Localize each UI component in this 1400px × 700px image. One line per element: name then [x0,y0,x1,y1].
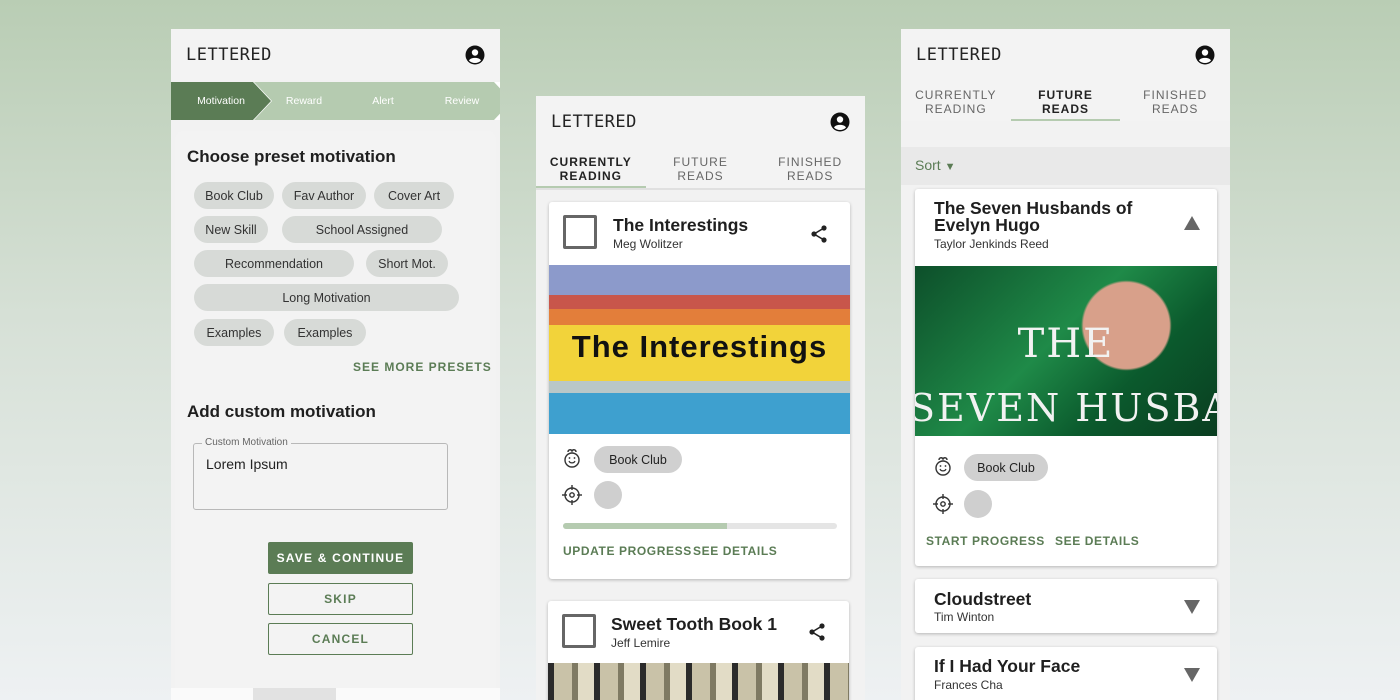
cover-stripe [549,393,850,434]
preset-chip[interactable]: School Assigned [282,216,442,243]
book-card-collapsed[interactable]: If I Had Your Face Frances Cha [915,647,1217,700]
book-title: Cloudstreet [934,589,1032,609]
cover-title-line1: THE [1017,321,1115,367]
book-title: If I Had Your Face [934,656,1081,676]
book-card-expanded[interactable]: The Seven Husbands of Evelyn Hugo Taylor… [915,189,1217,566]
nav-item-active[interactable] [253,688,336,700]
update-progress-link[interactable]: UPDATE PROGRESS [563,544,692,558]
app-logo: LETTERED [186,44,272,65]
book-cover [548,663,849,700]
book-author: Taylor Jenkinds Reed [934,237,1049,251]
preset-heading: Choose preset motivation [187,147,396,166]
see-details-link[interactable]: SEE DETAILS [1055,534,1139,548]
tab-future-reads[interactable]: FUTURE READS [646,147,756,188]
book-checkbox[interactable] [563,215,597,249]
see-more-presets-link[interactable]: SEE MORE PRESETS [353,360,492,374]
preset-chip[interactable]: Book Club [194,182,274,209]
tab-finished-reads[interactable]: FINISHED READS [755,147,865,188]
tab-future-reads[interactable]: FUTURE READS [1010,80,1121,121]
currently-reading-screen: LETTERED CURRENTLY READING FUTURE READS … [536,96,865,700]
reading-progress-bar [563,523,837,529]
cover-title: The Interestings [571,329,828,364]
custom-motivation-label: Custom Motivation [202,437,291,448]
preset-chip[interactable]: Examples [284,319,366,346]
account-icon[interactable] [830,112,850,132]
book-cover: THE SEVEN HUSBANDS [915,266,1217,436]
book-author: Meg Wolitzer [613,237,683,251]
book-card-collapsed[interactable]: Cloudstreet Tim Winton [915,579,1217,633]
custom-motivation-value[interactable]: Lorem Ipsum [206,456,288,472]
app-bar: LETTERED [536,96,865,147]
book-title: The Seven Husbands of Evelyn Hugo [934,198,1133,235]
book-cover: The Interestings [549,265,850,434]
motivation-chip[interactable]: Book Club [594,446,682,473]
motivation-form: Choose preset motivation Book Club Fav A… [175,131,496,700]
progress-fill [563,523,728,529]
reward-placeholder[interactable] [594,481,622,509]
preset-chip[interactable]: Short Mot. [366,250,448,277]
cancel-button[interactable]: CANCEL [268,623,413,655]
chevron-down-icon: ▼ [944,161,956,173]
book-card[interactable]: The Interestings Meg Wolitzer The Intere… [549,202,850,579]
start-progress-link[interactable]: START PROGRESS [926,534,1045,548]
nav-item[interactable] [171,688,253,700]
preset-chip[interactable]: Long Motivation [194,284,459,311]
step-progress: Motivation Reward Alert Review [171,82,500,120]
tab-finished-reads[interactable]: FINISHED READS [1120,80,1230,121]
cover-stripe [549,295,850,309]
app-logo: LETTERED [916,44,1002,65]
cover-stripe [549,309,850,325]
nav-item[interactable] [336,688,418,700]
tab-currently-reading[interactable]: CURRENTLY READING [901,80,1011,121]
book-card[interactable]: Sweet Tooth Book 1 Jeff Lemire [548,601,849,700]
step-motivation[interactable]: Motivation [171,82,271,120]
tab-currently-reading[interactable]: CURRENTLY READING [536,147,646,188]
app-bar: LETTERED [901,29,1230,80]
custom-heading: Add custom motivation [187,402,376,421]
preset-chip[interactable]: Recommendation [194,250,354,277]
motivation-icon [935,457,951,476]
future-reads-screen: LETTERED CURRENTLY READING FUTURE READS … [901,29,1230,700]
reward-placeholder[interactable] [964,490,992,518]
sort-label: Sort [915,157,941,173]
share-icon[interactable] [809,224,829,244]
book-checkbox[interactable] [562,614,596,648]
motivation-screen: LETTERED Motivation Reward Alert Review … [171,29,500,700]
cover-stripe [549,381,850,393]
share-icon[interactable] [807,622,827,642]
see-details-link[interactable]: SEE DETAILS [693,544,777,558]
reading-tabs: CURRENTLY READING FUTURE READS FINISHED … [901,80,1230,121]
account-icon[interactable] [1195,45,1215,65]
book-title: The Interestings [613,215,749,235]
sort-bar: Sort ▼ [901,147,1230,185]
target-icon [562,485,582,505]
collapse-icon[interactable] [1183,215,1201,231]
expand-icon[interactable] [1183,667,1201,683]
sort-dropdown[interactable]: Sort ▼ [915,157,955,173]
target-icon [933,494,953,514]
app-logo: LETTERED [551,111,637,132]
expand-icon[interactable] [1183,599,1201,615]
save-continue-button[interactable]: SAVE & CONTINUE [268,542,413,574]
preset-chip[interactable]: Fav Author [282,182,366,209]
account-icon[interactable] [465,45,485,65]
book-title: Sweet Tooth Book 1 [611,614,777,634]
motivation-chip[interactable]: Book Club [964,454,1048,481]
book-author: Frances Cha [934,678,1003,692]
preset-chip[interactable]: Examples [194,319,274,346]
preset-chip[interactable]: Cover Art [374,182,454,209]
book-author: Jeff Lemire [611,636,671,650]
skip-button[interactable]: SKIP [268,583,413,615]
app-bar: LETTERED [171,29,500,80]
tab-divider [536,188,865,190]
nav-item[interactable] [418,688,500,700]
reading-tabs: CURRENTLY READING FUTURE READS FINISHED … [536,147,865,188]
custom-motivation-field[interactable]: Custom Motivation Lorem Ipsum [193,437,448,510]
motivation-icon [564,449,580,468]
cover-title-line2: SEVEN HUSBANDS [915,386,1217,430]
bottom-nav [171,688,500,700]
preset-chip[interactable]: New Skill [194,216,268,243]
book-author: Tim Winton [934,610,995,624]
